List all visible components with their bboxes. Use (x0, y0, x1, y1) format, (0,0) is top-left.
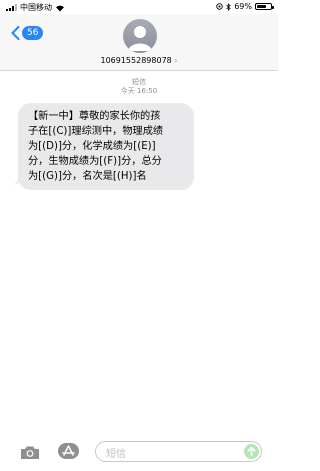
send-button[interactable] (244, 444, 259, 459)
contact-avatar[interactable] (123, 19, 157, 53)
battery-icon (255, 3, 274, 10)
signal-icon (6, 4, 17, 11)
composer-bar: 短信 (0, 440, 278, 471)
person-icon (128, 26, 152, 51)
back-button[interactable]: 56 (11, 26, 44, 40)
arrow-up-icon (247, 446, 256, 457)
bluetooth-icon (226, 2, 231, 11)
status-left: 中国移动 (6, 2, 65, 13)
location-icon (216, 3, 223, 10)
app-store-icon[interactable] (58, 443, 79, 459)
service-label: 短信 (132, 78, 146, 86)
status-right: 69% (216, 2, 274, 11)
battery-percent: 69% (234, 2, 252, 11)
wifi-icon (56, 5, 64, 11)
contact-name-link[interactable]: 10691552898078 › (0, 56, 278, 65)
message-bubble[interactable]: 【新一中】尊敬的家长你的孩 子在[(C)]理综测中，物理成绩 为[(D)]分，化… (18, 103, 194, 190)
conversation-header: 56 10691552898078 › (0, 14, 278, 71)
app-store-glyph (62, 445, 75, 456)
camera-icon[interactable] (20, 445, 40, 460)
input-placeholder: 短信 (106, 449, 126, 460)
chevron-left-icon (11, 26, 20, 40)
status-bar: 中国移动 69% (0, 0, 278, 14)
chevron-right-icon: › (174, 56, 178, 65)
message-timestamp: 今天 16:50 (120, 87, 158, 95)
contact-number: 10691552898078 (100, 56, 172, 65)
carrier-name: 中国移动 (20, 3, 52, 12)
unread-count-badge: 56 (22, 26, 44, 40)
message-meta: 短信 今天 16:50 (0, 78, 278, 96)
message-input[interactable]: 短信 (95, 441, 262, 462)
